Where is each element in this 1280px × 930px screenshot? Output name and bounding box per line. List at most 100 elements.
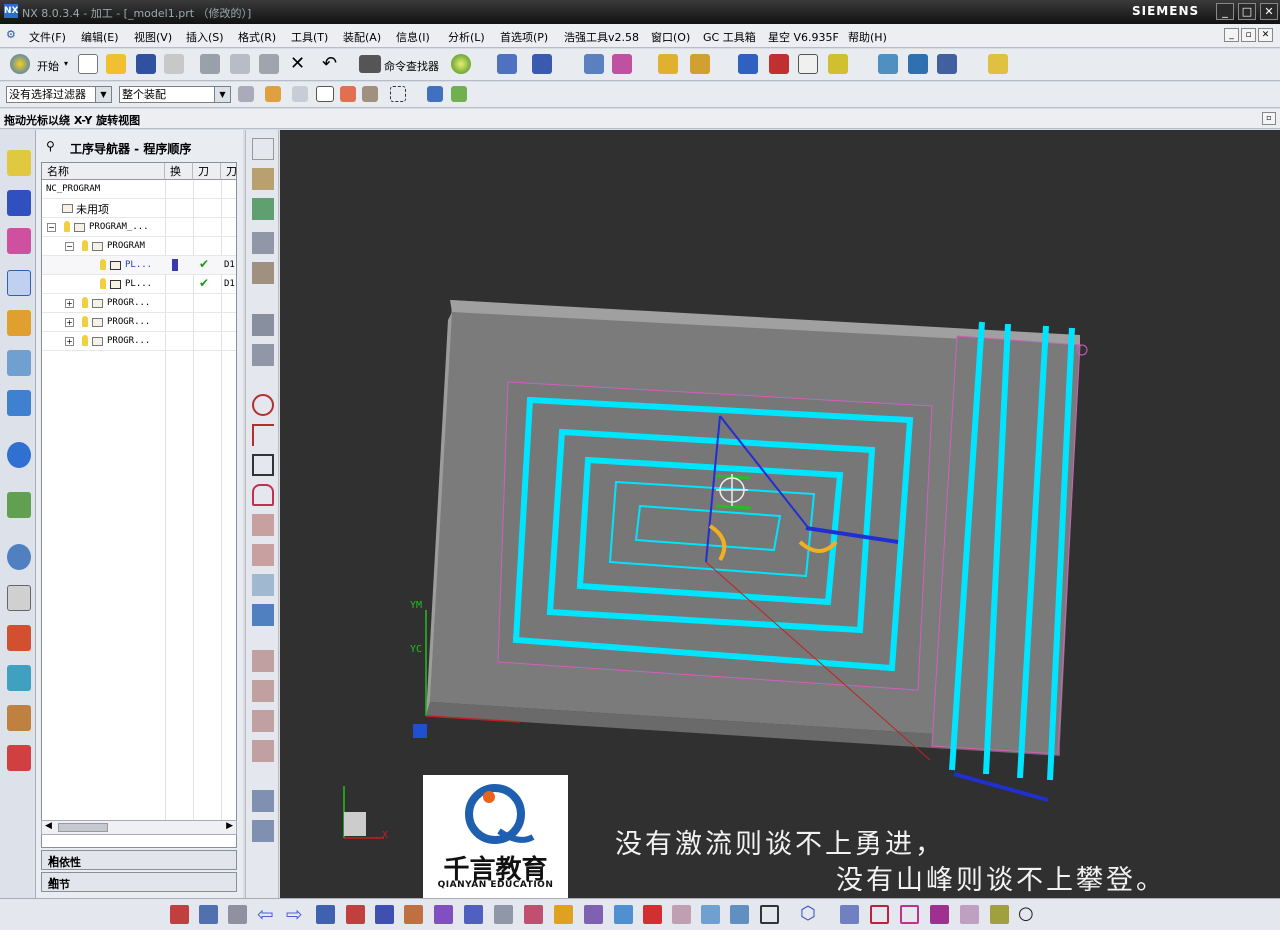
dialog-icon[interactable] <box>937 54 957 74</box>
menu-help[interactable]: 帮助(H) <box>848 29 887 45</box>
line-icon[interactable] <box>252 424 274 446</box>
wcs-icon[interactable] <box>612 54 632 74</box>
history-icon[interactable] <box>7 492 31 518</box>
pack-icon[interactable] <box>828 54 848 74</box>
menu-window[interactable]: 窗口(O) <box>651 29 690 45</box>
offset-curve-icon[interactable] <box>252 514 274 536</box>
collapse-icon[interactable]: − <box>65 242 74 251</box>
block-icon[interactable] <box>434 905 453 924</box>
menu-xingkong[interactable]: 星空 V6.935F <box>768 29 839 45</box>
clock-icon[interactable] <box>7 544 31 570</box>
paste-icon[interactable] <box>259 54 279 74</box>
process-studio-icon[interactable] <box>7 585 31 611</box>
create-tool-icon[interactable] <box>252 168 274 190</box>
snap-icon[interactable] <box>497 54 517 74</box>
type-filter-icon[interactable] <box>265 86 281 102</box>
box-icon[interactable] <box>404 905 423 924</box>
generate-toolpath-icon[interactable] <box>252 314 274 336</box>
bridge-curve-icon[interactable] <box>252 710 274 732</box>
list-icon[interactable] <box>228 905 247 924</box>
constraint-navigator-icon[interactable] <box>7 190 31 216</box>
point-icon[interactable] <box>199 905 218 924</box>
extract-curve-icon[interactable] <box>252 574 274 596</box>
tree-row-program[interactable]: − PROGRAM <box>42 237 236 256</box>
align-icon[interactable] <box>346 905 365 924</box>
output-cldata-icon[interactable] <box>252 790 274 812</box>
command-finder-button[interactable]: 命令查找器 <box>384 58 439 74</box>
sketch-profile-icon[interactable] <box>252 484 274 506</box>
tree-row-operation[interactable]: PL... ✔ D1 <box>42 256 236 275</box>
mdi-minimize-icon[interactable]: _ <box>1224 28 1239 42</box>
print-icon[interactable] <box>164 54 184 74</box>
operation-navigator-icon[interactable] <box>7 270 31 296</box>
menu-view[interactable]: 视图(V) <box>134 29 172 45</box>
menu-assembly[interactable]: 装配(A) <box>343 29 381 45</box>
create-operation-icon[interactable] <box>252 262 274 284</box>
start-icon[interactable] <box>10 54 30 74</box>
select-curve-icon[interactable] <box>340 86 356 102</box>
shade-icon[interactable] <box>672 905 691 924</box>
new-file-icon[interactable] <box>78 54 98 74</box>
divide-curve-icon[interactable] <box>252 680 274 702</box>
horizontal-scrollbar[interactable]: ◀ ▶ <box>41 820 237 835</box>
tree-row-operation[interactable]: PL... ✔ D1 <box>42 275 236 294</box>
status-toggle-icon[interactable]: ▫ <box>1262 112 1276 125</box>
rectangle-icon[interactable] <box>252 454 274 476</box>
part-navigator-icon[interactable] <box>7 228 31 254</box>
scroll-right-icon[interactable]: ▶ <box>226 821 233 831</box>
fillet-curve-icon[interactable] <box>252 740 274 762</box>
menu-analysis[interactable]: 分析(L) <box>448 29 485 45</box>
verify-toolpath-icon[interactable] <box>252 344 274 366</box>
grid-icon[interactable] <box>870 905 889 924</box>
web-browser-icon[interactable] <box>7 442 31 468</box>
copy-feature-icon[interactable] <box>960 905 979 924</box>
start-button[interactable]: 开始 <box>37 58 59 74</box>
arrow-right-icon[interactable]: ⇨ <box>286 902 303 926</box>
minimize-icon[interactable]: _ <box>1216 3 1234 20</box>
menu-haoqiang-tools[interactable]: 浩强工具v2.58 <box>564 29 639 45</box>
assembly-navigator-icon[interactable] <box>7 150 31 176</box>
expand-icon[interactable]: + <box>65 299 74 308</box>
menu-preferences[interactable]: 首选项(P) <box>500 29 548 45</box>
selection-tool-icon[interactable] <box>532 54 552 74</box>
details-panel[interactable]: 细节 ∨ <box>41 872 237 892</box>
section-icon[interactable] <box>524 905 543 924</box>
eraser-icon[interactable] <box>554 905 573 924</box>
measure-icon[interactable] <box>658 54 678 74</box>
app-menu-icon[interactable]: ⚙ <box>6 28 16 41</box>
snap-point-icon[interactable] <box>451 86 467 102</box>
start-dropdown-icon[interactable]: ▾ <box>64 59 68 68</box>
pen-icon[interactable] <box>584 905 603 924</box>
assembly-icon[interactable] <box>908 54 928 74</box>
paint-icon[interactable] <box>990 905 1009 924</box>
move-icon[interactable] <box>730 905 749 924</box>
ruler-icon[interactable] <box>690 54 710 74</box>
cut-icon[interactable] <box>200 54 220 74</box>
copy-icon[interactable] <box>230 54 250 74</box>
coordinate-icon[interactable] <box>840 905 859 924</box>
tree-row-program-group[interactable]: − PROGRAM_... <box>42 218 236 237</box>
postprocess-icon[interactable] <box>252 820 274 842</box>
render-style-icon[interactable] <box>451 54 471 74</box>
solid-cube-icon[interactable] <box>643 905 662 924</box>
graphics-viewport[interactable]: YM YC X 千言教育 QIANYAN EDUCATION 没有激流则谈不上勇… <box>280 130 1280 898</box>
layer-icon[interactable] <box>584 54 604 74</box>
menu-gc-toolkit[interactable]: GC 工具箱 <box>703 29 756 45</box>
arrow-left-icon[interactable]: ⇦ <box>257 902 274 926</box>
info-list-icon[interactable] <box>738 54 758 74</box>
maximize-icon[interactable]: □ <box>1238 3 1256 20</box>
manufacturing-wizard-icon[interactable] <box>7 625 31 651</box>
menu-edit[interactable]: 编辑(E) <box>81 29 119 45</box>
wireframe-icon[interactable] <box>494 905 513 924</box>
save-icon[interactable] <box>136 54 156 74</box>
rectangle-tool-icon[interactable] <box>760 905 779 924</box>
circle-tool-icon[interactable]: ○ <box>1018 903 1034 924</box>
roles-icon[interactable] <box>7 665 31 691</box>
menu-insert[interactable]: 插入(S) <box>186 29 224 45</box>
tree-row-program[interactable]: + PROGR... <box>42 332 236 351</box>
selection-filter-dropdown[interactable]: 没有选择过滤器 ▼ <box>6 86 112 103</box>
hd3d-tools-icon[interactable] <box>7 390 31 416</box>
folder-icon[interactable] <box>988 54 1008 74</box>
undo-icon[interactable]: ↶ <box>322 53 337 74</box>
collapse-icon[interactable]: − <box>47 223 56 232</box>
